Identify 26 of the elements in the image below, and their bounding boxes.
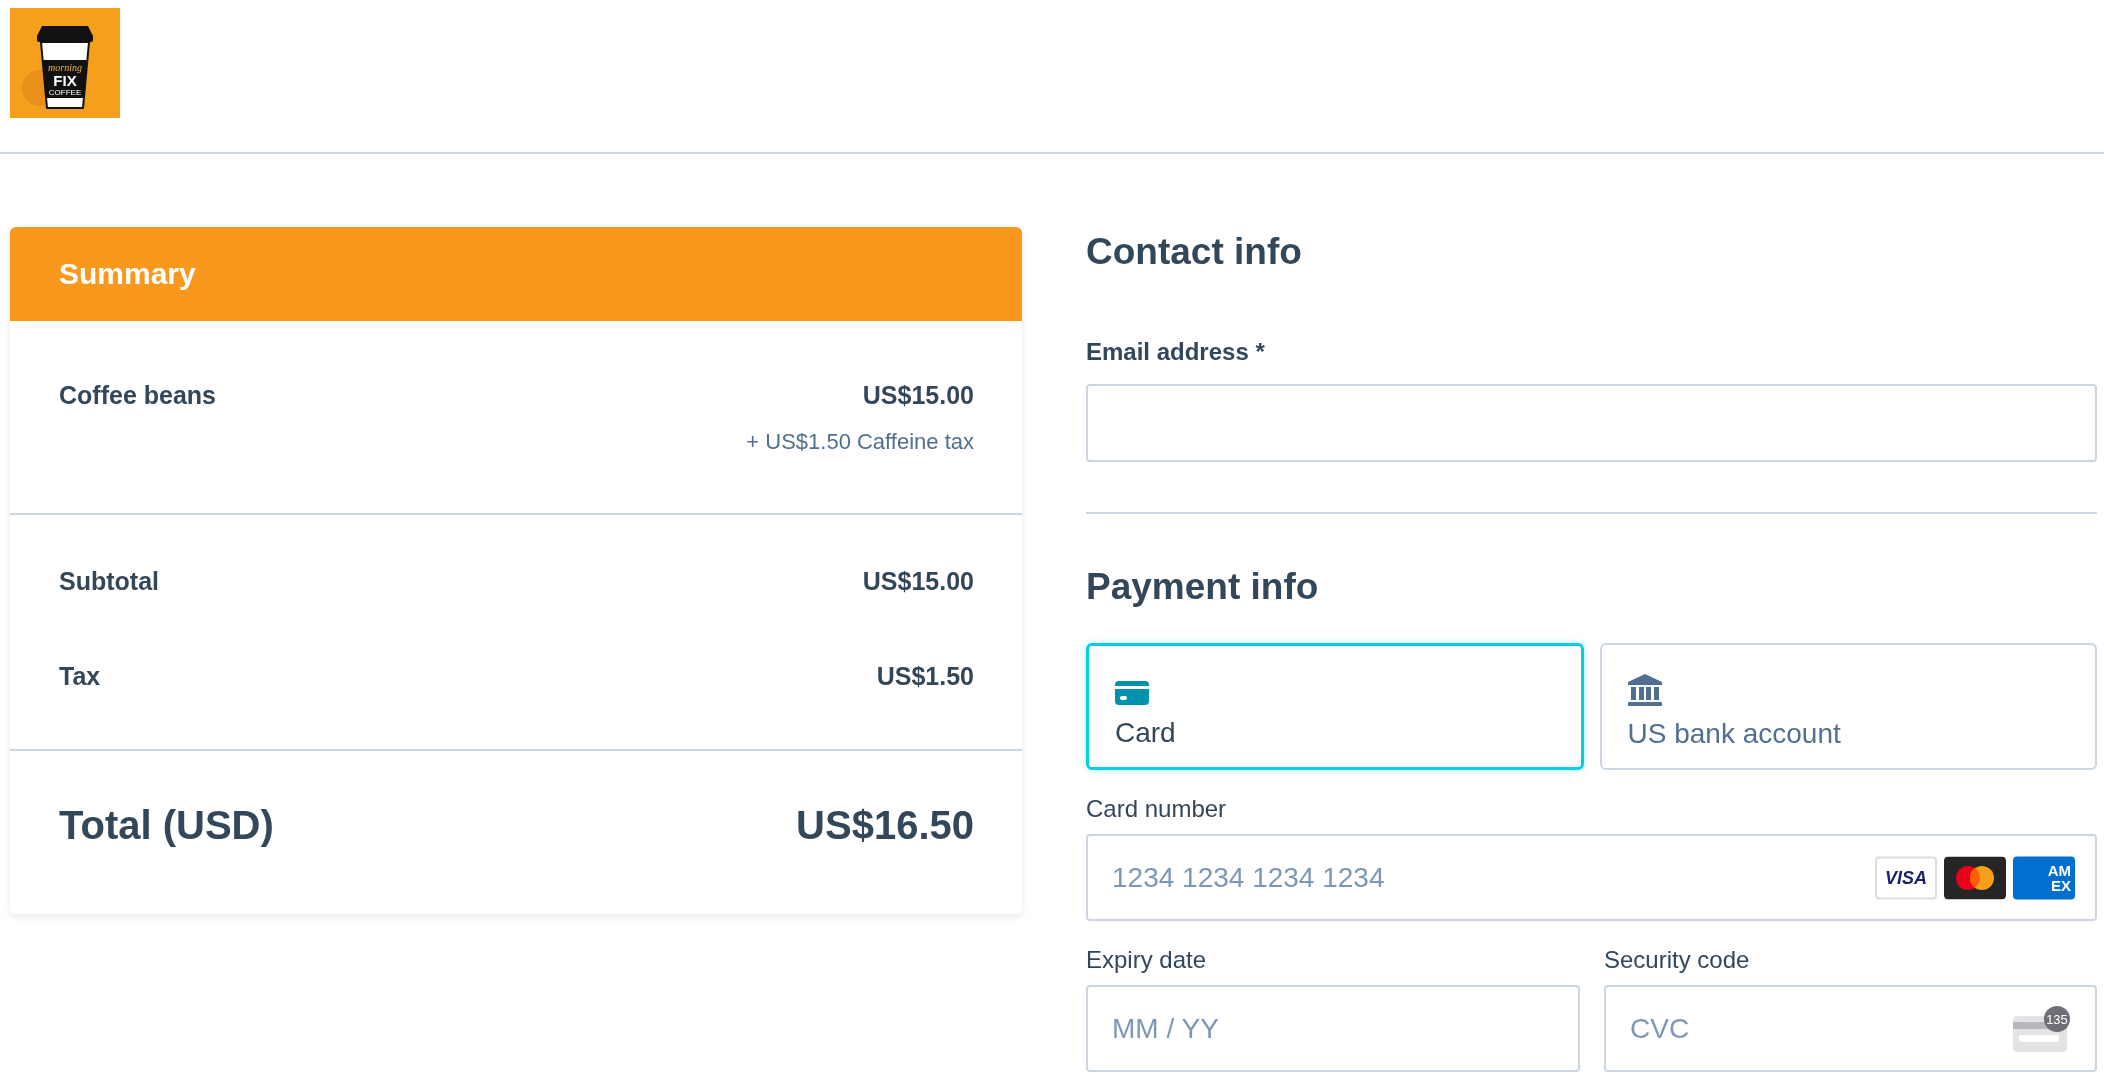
expiry-field[interactable]: MM / YY xyxy=(1086,985,1580,1072)
visa-logo: VISA xyxy=(1875,856,1937,899)
email-field[interactable] xyxy=(1086,384,2097,462)
item-tax-note: + US$1.50 Caffeine tax xyxy=(746,428,974,456)
section-heading: Contact info xyxy=(1086,230,1303,274)
section-heading: Payment info xyxy=(1086,565,1320,609)
total-value: US$1.50 xyxy=(876,661,974,691)
grand-total-value: US$16.50 xyxy=(796,802,974,849)
item-price: US$15.00 xyxy=(862,380,974,410)
payment-method-tab[interactable]: Card xyxy=(1086,643,1584,770)
logo: morning FIX COFFEE xyxy=(10,8,120,118)
payment-method-tab[interactable]: US bank account xyxy=(1599,643,2097,770)
item-name: Coffee beans xyxy=(59,380,216,410)
field-label: Card number xyxy=(1086,794,1228,824)
total-value: US$15.00 xyxy=(862,566,974,596)
summary-title: Summary xyxy=(59,257,196,291)
field-label: Expiry date xyxy=(1086,945,1208,975)
field-label: Email address * xyxy=(1086,337,1266,367)
bank-icon xyxy=(1627,674,1662,706)
credit-card-icon xyxy=(1115,681,1149,705)
field-label: Security code xyxy=(1604,945,1751,975)
mastercard-logo xyxy=(1944,856,2006,899)
total-label: Subtotal xyxy=(59,566,159,596)
total-label: Tax xyxy=(59,661,101,691)
amex-logo: AM EX xyxy=(2013,856,2075,899)
grand-total-label: Total (USD) xyxy=(59,802,274,849)
